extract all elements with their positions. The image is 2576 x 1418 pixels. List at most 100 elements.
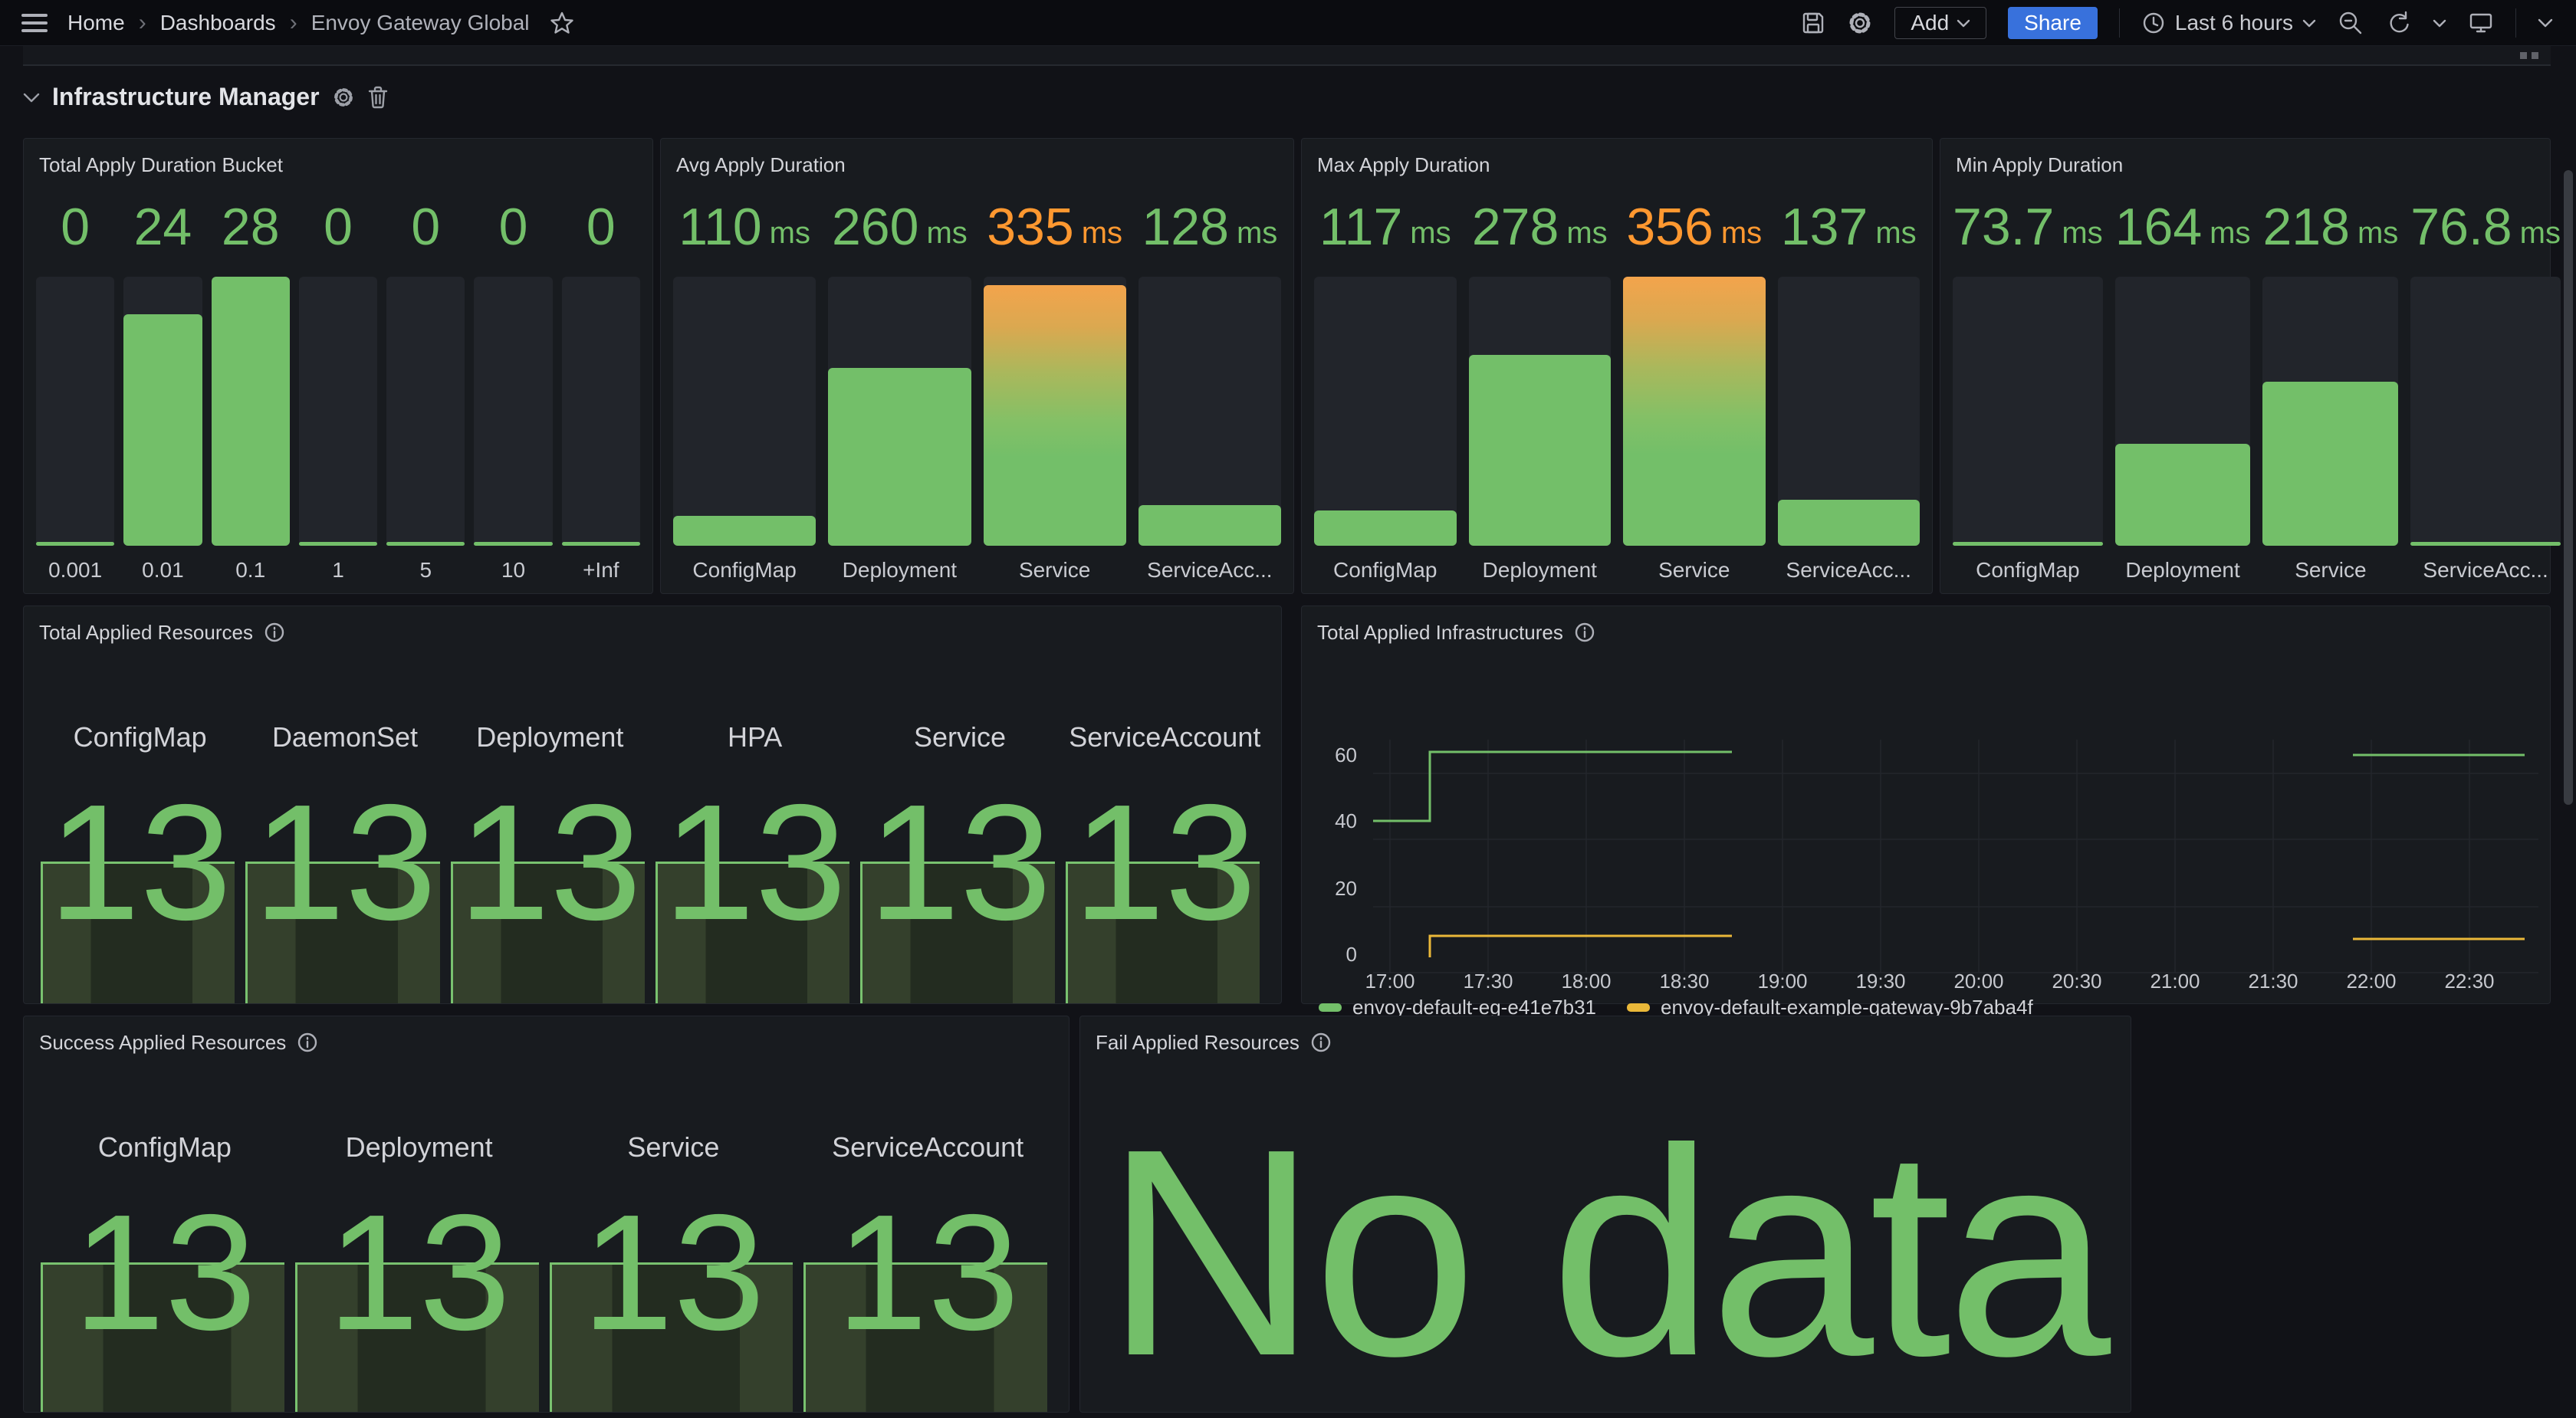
breadcrumb: Home › Dashboards › Envoy Gateway Global xyxy=(67,10,530,36)
breadcrumb-separator: › xyxy=(290,10,297,36)
bar-value: 278 xyxy=(1472,197,1559,257)
dashboard-settings-gear-icon[interactable] xyxy=(1847,10,1873,36)
bar-category-label: Service xyxy=(1623,546,1766,586)
x-axis-tick: 21:00 xyxy=(2129,970,2221,993)
bar-category-label: ConfigMap xyxy=(673,546,816,586)
y-axis-tick: 60 xyxy=(1302,743,1357,767)
save-dashboard-icon[interactable] xyxy=(1801,11,1825,35)
bar-value: 76.8 xyxy=(2410,197,2512,257)
series-line-green xyxy=(1373,752,2525,821)
stat-label: Service xyxy=(857,721,1062,753)
bar-column: 128ms ServiceAcc... xyxy=(1138,177,1281,586)
unit-label: ms xyxy=(1721,204,1762,251)
stat-value: 13 xyxy=(857,784,1062,940)
panel-title: Total Apply Duration Bucket xyxy=(24,139,652,177)
breadcrumb-current-dashboard[interactable]: Envoy Gateway Global xyxy=(311,11,530,35)
stat-value: 13 xyxy=(1063,784,1267,940)
bar-track xyxy=(212,277,290,546)
info-icon[interactable] xyxy=(297,1032,318,1053)
row-collapse-chevron-icon[interactable] xyxy=(23,92,40,103)
bar-track xyxy=(299,277,377,546)
stat-value: 13 xyxy=(547,1194,801,1351)
share-button[interactable]: Share xyxy=(2008,7,2098,39)
bar-column: 117ms ConfigMap xyxy=(1314,177,1457,586)
bar-column: 260ms Deployment xyxy=(828,177,971,586)
stat-value: 13 xyxy=(38,1194,292,1351)
time-series-plot[interactable]: 6040200 17:0017:3018:0018:3019:0019:3020… xyxy=(1302,645,2550,1003)
bar-category-label: Service xyxy=(2262,546,2398,586)
panel-fail-applied-resources: Fail Applied Resources No data xyxy=(1079,1016,2131,1413)
tv-mode-icon[interactable] xyxy=(2468,11,2494,35)
breadcrumb-home[interactable]: Home xyxy=(67,11,125,35)
bar-track xyxy=(673,277,816,546)
bar-column: 335ms Service xyxy=(984,177,1126,586)
bar-value: 0 xyxy=(411,197,440,257)
legend-color-pill xyxy=(1319,1003,1342,1012)
bar-category-label: 0.1 xyxy=(212,546,290,586)
x-axis-tick: 17:00 xyxy=(1344,970,1436,993)
time-range-picker[interactable]: Last 6 hours xyxy=(2141,11,2316,35)
bar-column: 24 0.01 xyxy=(123,177,202,586)
row-settings-gear-icon[interactable] xyxy=(332,86,355,109)
x-axis-tick: 22:30 xyxy=(2423,970,2515,993)
bar-column: 0 0.001 xyxy=(36,177,114,586)
bar-category-label: 0.01 xyxy=(123,546,202,586)
bar-track xyxy=(1138,277,1281,546)
bar-value: 0 xyxy=(586,197,616,257)
stat-grid: ConfigMap 13 DaemonSet 13 Deployment 13 … xyxy=(24,645,1281,1003)
bar-column: 110ms ConfigMap xyxy=(673,177,816,586)
stat-value: 13 xyxy=(652,784,857,940)
row-title[interactable]: Infrastructure Manager xyxy=(52,83,320,111)
bar-value: 0 xyxy=(61,197,90,257)
navbar-more-chevron-icon[interactable] xyxy=(2538,18,2553,28)
stat-cell: Deployment 13 xyxy=(292,1055,547,1412)
info-icon[interactable] xyxy=(264,622,285,643)
bar-value: 73.7 xyxy=(1953,197,2054,257)
hamburger-menu-icon[interactable] xyxy=(21,12,48,34)
bar-category-label: 10 xyxy=(474,546,552,586)
x-axis-tick: 18:00 xyxy=(1540,970,1632,993)
refresh-interval-chevron-icon[interactable] xyxy=(2433,18,2446,28)
x-axis-tick: 20:00 xyxy=(1933,970,2025,993)
stat-label: Deployment xyxy=(292,1131,547,1164)
favorite-star-icon[interactable] xyxy=(550,11,574,35)
panel-drag-grip-icon[interactable] xyxy=(2520,52,2538,59)
bar-column: 278ms Deployment xyxy=(1469,177,1612,586)
bar-track xyxy=(474,277,552,546)
no-data-message: No data xyxy=(1105,1082,2106,1418)
stat-value: 13 xyxy=(448,784,652,940)
stat-label: HPA xyxy=(652,721,857,753)
bar-category-label: 0.001 xyxy=(36,546,114,586)
stat-cell: Service 13 xyxy=(547,1055,801,1412)
panel-title: Min Apply Duration xyxy=(1940,139,2550,177)
stat-cell: DaemonSet 13 xyxy=(242,645,447,1003)
x-axis-tick: 18:30 xyxy=(1638,970,1730,993)
unit-label: ms xyxy=(2358,204,2398,251)
bar-column: 0 5 xyxy=(386,177,465,586)
add-button[interactable]: Add xyxy=(1894,7,1986,39)
bar-value: 164 xyxy=(2115,197,2202,257)
bar-track xyxy=(1953,277,2103,546)
bar-column: 356ms Service xyxy=(1623,177,1766,586)
info-icon[interactable] xyxy=(1310,1032,1332,1053)
vertical-scrollbar-thumb[interactable] xyxy=(2564,170,2573,805)
refresh-icon[interactable] xyxy=(2385,10,2411,36)
breadcrumb-dashboards[interactable]: Dashboards xyxy=(160,11,276,35)
divider xyxy=(2119,8,2120,38)
clock-icon xyxy=(2141,11,2166,35)
zoom-out-time-icon[interactable] xyxy=(2338,10,2364,36)
x-axis-tick: 17:30 xyxy=(1442,970,1534,993)
bar-category-label: Service xyxy=(984,546,1126,586)
stat-value: 13 xyxy=(38,784,242,940)
bar-gauge: 110ms ConfigMap 260ms Deployment 335ms S… xyxy=(661,177,1293,593)
bar-column: 0 +Inf xyxy=(562,177,640,586)
panel-success-applied-resources: Success Applied Resources ConfigMap 13 D… xyxy=(23,1016,1070,1413)
bar-column: 0 1 xyxy=(299,177,377,586)
row-delete-trash-icon[interactable] xyxy=(367,86,389,109)
unit-label: ms xyxy=(2210,204,2250,251)
divider xyxy=(2515,8,2516,38)
dashboard-row-header: Infrastructure Manager xyxy=(23,83,389,111)
bar-track xyxy=(123,277,202,546)
info-icon[interactable] xyxy=(1574,622,1595,643)
y-axis-tick: 40 xyxy=(1302,809,1357,833)
